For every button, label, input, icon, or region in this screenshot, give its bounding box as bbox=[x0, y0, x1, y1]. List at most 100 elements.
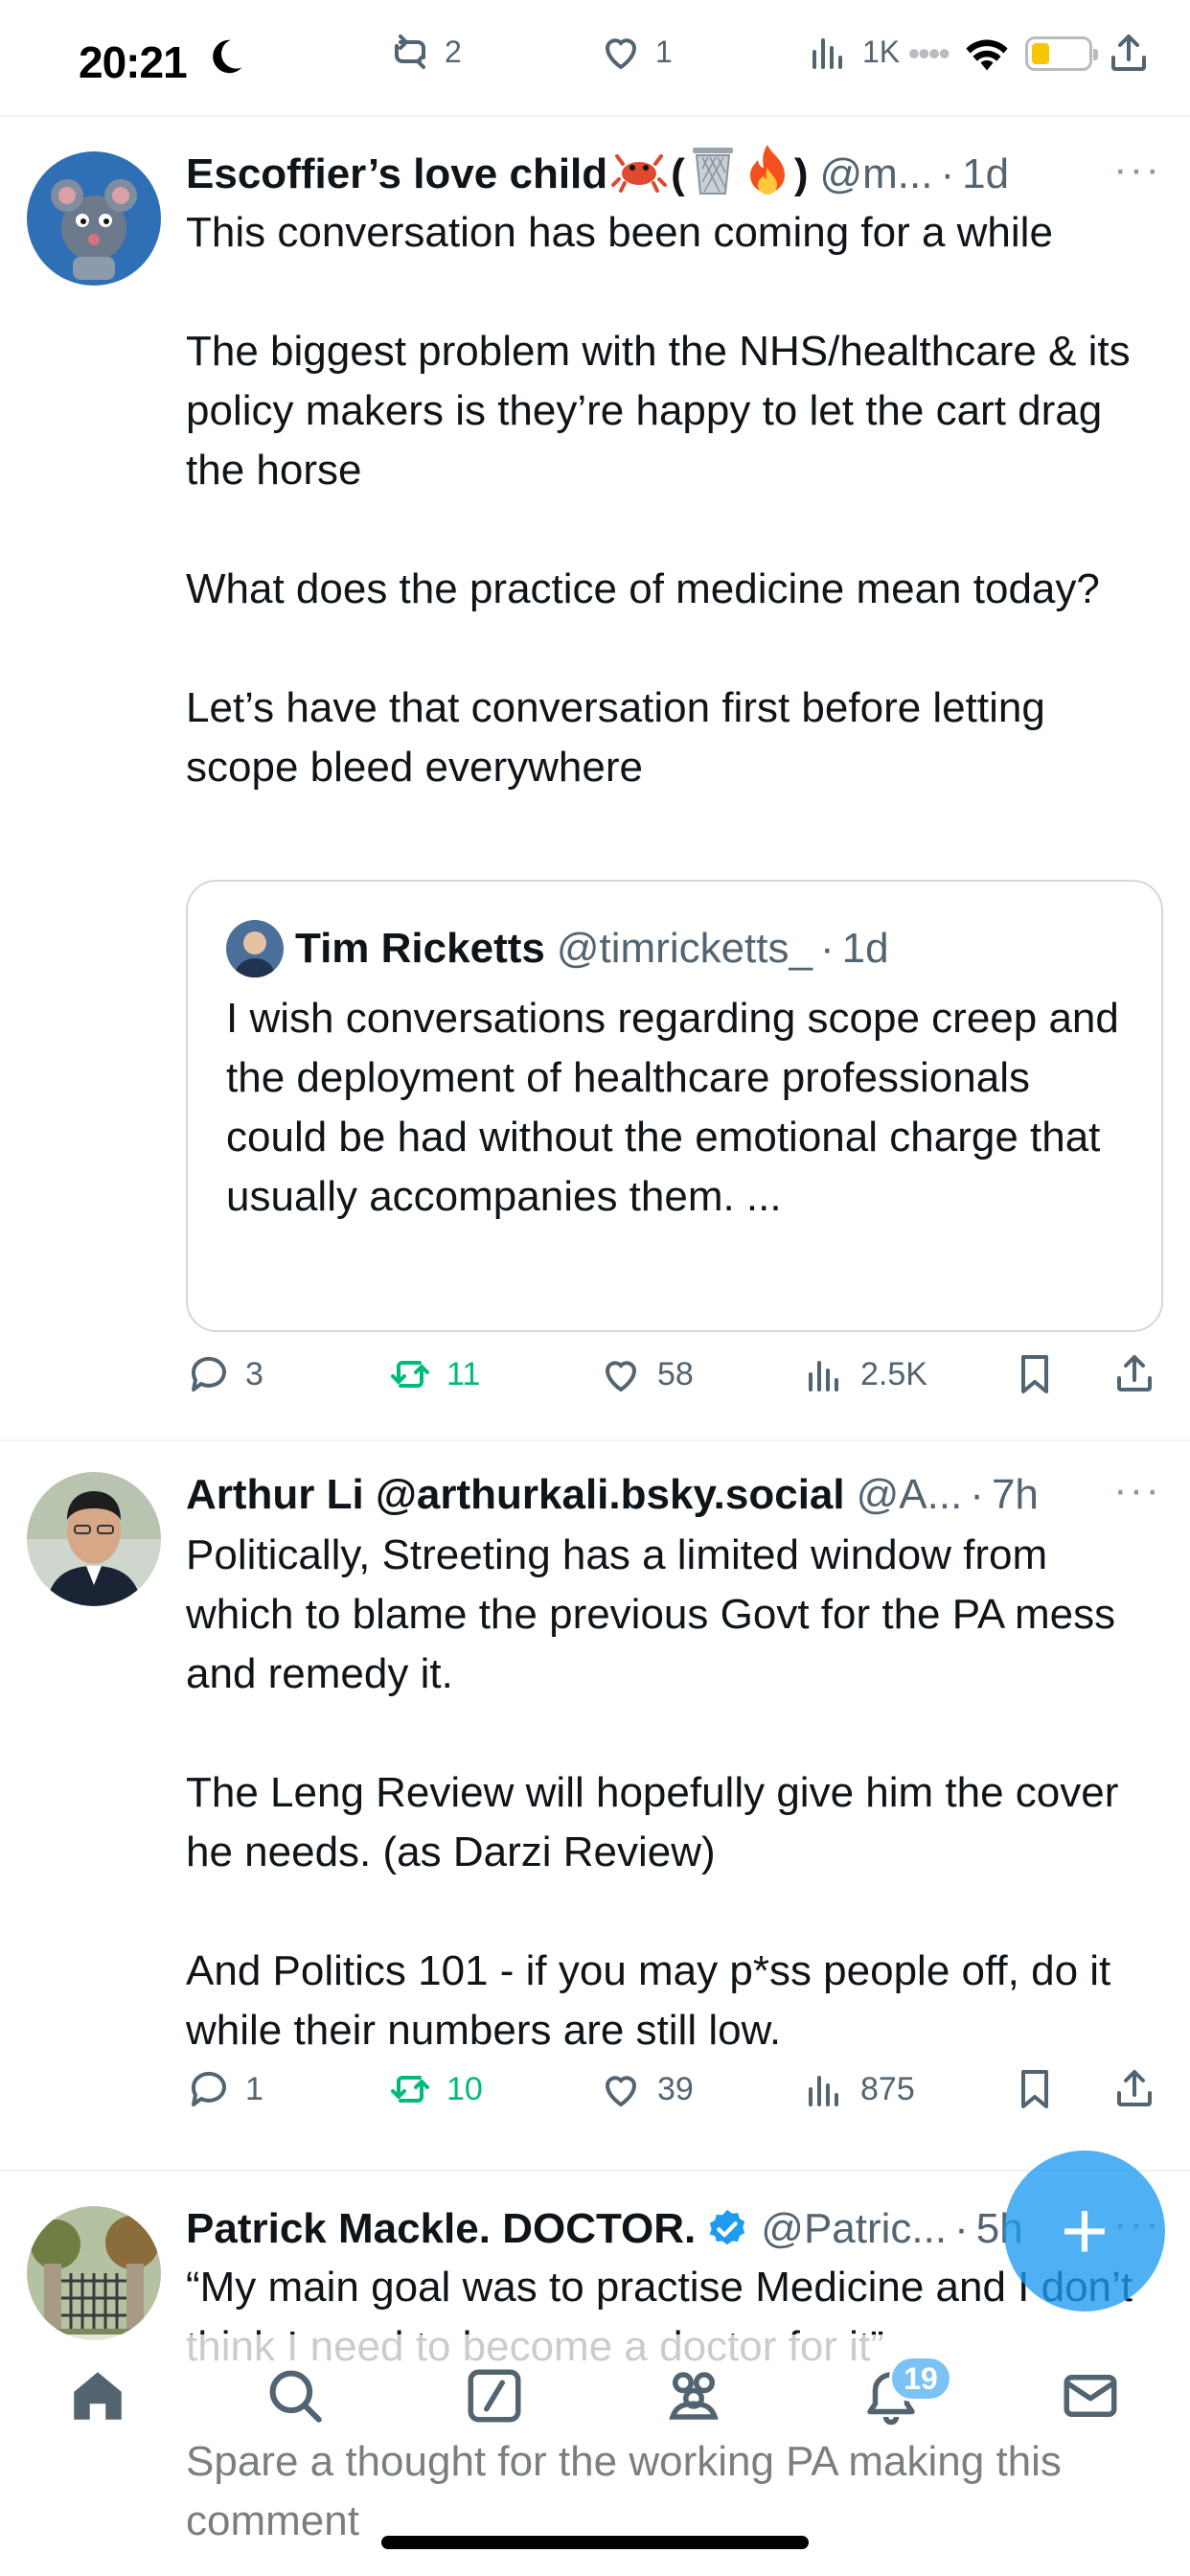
reply-icon bbox=[191, 2071, 226, 2106]
quoted-tweet-text: I wish conversations regarding scope cre… bbox=[226, 995, 1119, 1220]
notifications-badge: 19 bbox=[889, 2356, 952, 2402]
rat-avatar-image bbox=[27, 151, 161, 286]
views-count: 2.5K bbox=[860, 1355, 927, 1392]
tweet[interactable]: Escoffier’s love child ( ) @m... · 1d ··… bbox=[0, 117, 1190, 1441]
views-count: 875 bbox=[860, 2070, 915, 2107]
separator-dot: · bbox=[970, 1471, 984, 1518]
strip-views-count: 1K bbox=[862, 34, 901, 69]
bookmark-button[interactable] bbox=[1012, 2066, 1058, 2112]
author-name[interactable]: Patrick Mackle. DOCTOR. bbox=[186, 2205, 696, 2253]
tweet-text: Politically, Streeting has a limited win… bbox=[186, 1526, 1152, 2060]
focus-moon-icon bbox=[213, 39, 242, 74]
heart-icon bbox=[605, 2076, 637, 2107]
views-button[interactable]: 875 bbox=[801, 2066, 915, 2112]
retweet-icon bbox=[391, 2076, 429, 2103]
quoted-avatar bbox=[226, 920, 284, 978]
tweet-age[interactable]: 1d bbox=[962, 150, 1009, 198]
retweet-icon bbox=[391, 1361, 429, 1388]
tab-search[interactable] bbox=[257, 2358, 333, 2434]
author-handle[interactable]: @Patric... bbox=[761, 2205, 947, 2253]
author-handle[interactable]: @A... bbox=[857, 1471, 963, 1519]
quoted-author-name: Tim Ricketts bbox=[295, 925, 545, 972]
compose-post-button[interactable]: + bbox=[1004, 2150, 1165, 2312]
quoted-tweet-header: Tim Ricketts @timricketts_ · 1d bbox=[226, 920, 889, 978]
communities-icon bbox=[669, 2372, 719, 2420]
bookmark-icon bbox=[1021, 2070, 1048, 2108]
tab-communities[interactable] bbox=[655, 2358, 732, 2434]
like-button[interactable]: 58 bbox=[598, 1351, 694, 1397]
reply-button[interactable]: 1 bbox=[186, 2066, 263, 2112]
retweet-count: 10 bbox=[446, 2070, 483, 2107]
separator-dot: · bbox=[954, 2205, 969, 2252]
share-button[interactable] bbox=[1111, 2066, 1157, 2112]
strip-like-count: 1 bbox=[655, 34, 673, 69]
tab-home[interactable] bbox=[59, 2358, 136, 2434]
tweet-text: This conversation has been coming for a … bbox=[186, 203, 1152, 797]
reply-count: 3 bbox=[245, 1355, 263, 1392]
author-handle[interactable]: @m... bbox=[819, 150, 932, 198]
strip-views[interactable]: 1K bbox=[805, 29, 900, 75]
name-paren-open: ( bbox=[671, 150, 685, 197]
gate-avatar-image bbox=[27, 2206, 161, 2340]
crab-emoji-icon bbox=[611, 147, 668, 203]
avatar[interactable] bbox=[27, 2206, 161, 2340]
tweet-header: Arthur Li @arthurkali.bsky.social @A... … bbox=[186, 1466, 1161, 1524]
more-options-button[interactable]: ··· bbox=[1113, 1466, 1161, 1514]
quoted-tweet-age: 1d bbox=[841, 925, 889, 972]
share-button[interactable] bbox=[1111, 1351, 1157, 1397]
views-icon bbox=[809, 2076, 838, 2106]
bottom-tab-bar bbox=[0, 2358, 1190, 2453]
avatar[interactable] bbox=[27, 1472, 161, 1606]
retweet-button[interactable]: 11 bbox=[387, 1351, 480, 1397]
share-icon bbox=[1117, 1355, 1152, 1392]
tweet-paragraph: Politically, Streeting has a limited win… bbox=[186, 1531, 1116, 1697]
quoted-tweet[interactable]: Tim Ricketts @timricketts_ · 1d I wish c… bbox=[186, 880, 1163, 1332]
share-icon[interactable] bbox=[1106, 31, 1152, 77]
tweet-age[interactable]: 7h bbox=[992, 1471, 1039, 1519]
home-icon bbox=[74, 2372, 122, 2420]
verified-badge-icon bbox=[705, 2207, 749, 2251]
tab-grok[interactable] bbox=[456, 2358, 533, 2434]
battery-icon bbox=[1025, 36, 1098, 71]
reply-icon bbox=[191, 1356, 226, 1392]
like-count: 58 bbox=[657, 1355, 694, 1392]
tweet-paragraph: Let’s have that conversation first befor… bbox=[186, 684, 1045, 791]
retweet-button[interactable]: 10 bbox=[387, 2066, 483, 2112]
strip-retweet[interactable]: 2 bbox=[387, 29, 462, 75]
home-indicator[interactable] bbox=[381, 2536, 809, 2549]
views-icon bbox=[809, 1361, 838, 1392]
reply-count: 1 bbox=[245, 2070, 263, 2107]
like-count: 39 bbox=[657, 2070, 694, 2107]
heart-icon bbox=[605, 1361, 637, 1392]
tab-messages[interactable] bbox=[1052, 2358, 1129, 2434]
grok-icon bbox=[468, 2369, 521, 2423]
tweet-paragraph: What does the practice of medicine mean … bbox=[186, 565, 1100, 612]
tweet-actions: 1 10 39 875 bbox=[186, 2060, 1163, 2118]
views-button[interactable]: 2.5K bbox=[801, 1351, 927, 1397]
retweet-count: 11 bbox=[446, 1355, 481, 1392]
wastebasket-emoji-icon bbox=[689, 144, 737, 206]
like-button[interactable]: 39 bbox=[598, 2066, 694, 2112]
tweet[interactable]: Arthur Li @arthurkali.bsky.social @A... … bbox=[0, 1441, 1190, 2172]
avatar[interactable] bbox=[27, 151, 161, 286]
status-bar: 20:21 2 1 1K •••• bbox=[0, 0, 1190, 117]
tweet-paragraph: The Leng Review will hopefully give him … bbox=[186, 1769, 1119, 1875]
separator-dot: · bbox=[940, 150, 955, 197]
tweet-paragraph: The biggest problem with the NHS/healthc… bbox=[186, 328, 1131, 494]
tweet-paragraph: And Politics 101 - if you may p*ss peopl… bbox=[186, 1947, 1111, 2054]
tweet-header: Escoffier’s love child ( ) @m... · 1d ··… bbox=[186, 144, 1161, 206]
tweet-actions: 3 11 58 2.5K bbox=[186, 1346, 1163, 1403]
signal-dots-icon: •••• bbox=[907, 34, 950, 73]
author-name[interactable]: Escoffier’s love child bbox=[186, 150, 607, 198]
tweet-paragraph: This conversation has been coming for a … bbox=[186, 209, 1053, 256]
clock: 20:21 bbox=[79, 37, 188, 87]
author-name[interactable]: Arthur Li @arthurkali.bsky.social bbox=[186, 1471, 845, 1519]
reply-button[interactable]: 3 bbox=[186, 1351, 263, 1397]
bookmark-icon bbox=[1021, 1355, 1048, 1393]
views-icon bbox=[812, 38, 842, 69]
bookmark-button[interactable] bbox=[1012, 1351, 1058, 1397]
strip-like[interactable]: 1 bbox=[598, 29, 673, 75]
more-options-button[interactable]: ··· bbox=[1113, 146, 1161, 194]
heart-icon bbox=[605, 38, 637, 70]
messages-icon bbox=[1064, 2375, 1117, 2417]
